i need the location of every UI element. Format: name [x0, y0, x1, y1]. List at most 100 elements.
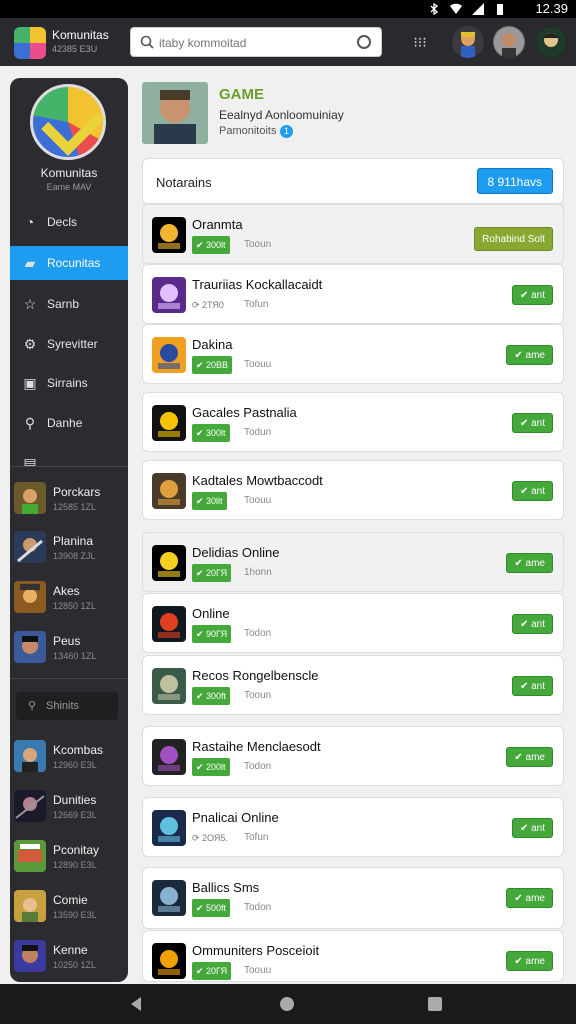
sidebar-item-more[interactable]: ▤	[10, 446, 128, 466]
apps-grid-icon[interactable]: ⁝⁝⁝	[410, 34, 430, 50]
friend-item[interactable]: Porckars 12585 1ZL	[10, 476, 128, 524]
game-stat-badge: ✔ 20ВВ	[192, 356, 233, 374]
sidebar: Komunitas Eame MAV ◔ Decls ▰ Rocunitas ☆…	[10, 78, 128, 982]
game-stat-badge: ⟳ 2ОЯ5.	[192, 833, 228, 843]
profile-tag: GAME	[219, 86, 264, 103]
app-title: Komunitas	[52, 28, 109, 42]
game-time: Todon	[244, 902, 272, 913]
game-name: Online	[192, 606, 230, 621]
game-action-button[interactable]: ✔ ant	[511, 413, 553, 433]
game-stat-badge: ✔ 30llt	[192, 492, 227, 510]
sidebar-item-sarnb[interactable]: ☆ Sarnb	[10, 287, 128, 321]
friend-avatar	[14, 631, 46, 663]
recents-icon[interactable]	[427, 996, 443, 1012]
game-action-button[interactable]: ✔ ame	[506, 345, 553, 365]
game-row[interactable]: Kadtales Mowtbaccodt ✔ 30llt Toouu ✔ ant	[142, 460, 564, 520]
sidebar-item-label: Danhe	[47, 416, 83, 430]
game-icon	[152, 606, 186, 642]
game-icon	[152, 943, 186, 979]
game-stat-badge: ✔ 20ГЯ	[192, 564, 232, 582]
sidebar-item-syrevitter[interactable]: ⚙ Syrevitter	[10, 327, 128, 361]
game-action-button[interactable]: ✔ ame	[506, 747, 553, 767]
search-input[interactable]	[159, 33, 349, 53]
friend-avatar	[14, 740, 46, 772]
game-icon	[152, 277, 186, 313]
back-icon[interactable]	[128, 996, 144, 1012]
game-name: Trauriias Kockallacaidt	[192, 277, 323, 292]
game-row[interactable]: Rastaihe Menclaesodt ✔ 200lt Todon ✔ ame	[142, 726, 564, 786]
sidebar-item-danhe[interactable]: ⚲ Danhe	[10, 406, 128, 440]
game-row[interactable]: Ballics Sms ✔ 500ft Todon ✔ ame	[142, 867, 564, 929]
game-time: 1honn	[244, 567, 272, 578]
friend-item[interactable]: Comie 13590 ЕЗL	[10, 884, 128, 932]
wifi-icon	[450, 3, 462, 14]
profile-header: GAME Eealnyd Aonloomuiniay Pamonitoits 1	[142, 82, 564, 148]
game-row[interactable]: Gacales Pastnalia ✔ 300lt Todun ✔ ant	[142, 392, 564, 452]
friend-item[interactable]: Planina 13908 ZJL	[10, 525, 128, 573]
game-name: Dakina	[192, 337, 233, 352]
friend-item[interactable]: Kenne 10250 1ZL	[10, 934, 128, 982]
friend-name: Porckars	[53, 485, 101, 499]
game-action-button[interactable]: ✔ ant	[511, 481, 553, 501]
game-action-button[interactable]: Rohabind Solt	[474, 227, 553, 251]
game-name: Pnalicai Online	[192, 810, 279, 825]
friend-name: Pconitay	[53, 843, 100, 857]
game-action-button[interactable]: ✔ ant	[511, 285, 553, 305]
friends-search[interactable]: ⚲ Shinits	[16, 692, 118, 720]
game-row[interactable]: Dakina ✔ 20ВВ Toouu ✔ ame	[142, 324, 564, 384]
top-bar: Komunitas 42385 ЕЗU ⁝⁝⁝	[0, 18, 576, 66]
game-action-button[interactable]: ✔ ant	[511, 818, 553, 838]
friend-item[interactable]: Peus 1З460 1ZL	[10, 625, 128, 673]
profile-subtitle: Pamonitoits	[219, 125, 277, 137]
friend-name: Peus	[53, 634, 81, 648]
game-icon	[152, 545, 186, 581]
game-row[interactable]: Trauriias Kockallacaidt ⟳ 2ТЯ0 Tofun ✔ ant	[142, 264, 564, 324]
game-row[interactable]: Ommuniters Posceioit ✔ 20ГЯ Toouu ✔ ame	[142, 930, 564, 982]
document-icon: ▤	[23, 455, 37, 466]
friend-meta: 12850 1ZL	[53, 601, 97, 611]
search-bar[interactable]	[130, 27, 382, 57]
friend-meta: 12890 ЕЗL	[53, 860, 97, 870]
home-icon[interactable]	[279, 996, 295, 1012]
avatar[interactable]	[535, 26, 567, 58]
game-action-button[interactable]: ✔ ame	[506, 951, 553, 971]
game-icon	[152, 217, 186, 253]
panel-action-button[interactable]: 8 911havs	[476, 168, 553, 194]
friend-meta: 12960 ЕЗL	[53, 760, 97, 770]
star-icon: ☆	[23, 296, 37, 312]
game-row[interactable]: Delidias Online ✔ 20ГЯ 1honn ✔ ame	[142, 532, 564, 592]
game-name: Recos Rongelbenscle	[192, 668, 319, 683]
game-row[interactable]: Online ✔ 90ГЯ Todon ✔ ant	[142, 593, 564, 653]
friend-avatar	[14, 890, 46, 922]
game-row[interactable]: Recos Rongelbenscle ✔ 300ft Tooun ✔ ant	[142, 655, 564, 715]
game-name: Gacales Pastnalia	[192, 405, 297, 420]
divider	[10, 466, 128, 467]
game-action-button[interactable]: ✔ ame	[506, 553, 553, 573]
game-time: Tooun	[244, 239, 272, 250]
game-row[interactable]: Pnalicai Online ⟳ 2ОЯ5. Tofun ✔ ant	[142, 797, 564, 857]
game-stat-badge: ✔ 90ГЯ	[192, 625, 232, 643]
friend-item[interactable]: Akes 12850 1ZL	[10, 575, 128, 623]
game-action-button[interactable]: ✔ ant	[511, 676, 553, 696]
friend-avatar	[14, 940, 46, 972]
friend-item[interactable]: Pconitay 12890 ЕЗL	[10, 834, 128, 882]
game-action-button[interactable]: ✔ ant	[511, 614, 553, 634]
friend-meta: 13590 ЕЗL	[53, 910, 97, 920]
game-action-button[interactable]: ✔ ame	[506, 888, 553, 908]
image-icon: ▣	[23, 375, 37, 391]
game-name: Ballics Sms	[192, 880, 260, 895]
sidebar-item-rocunitas[interactable]: ▰ Rocunitas	[10, 246, 128, 280]
app-logo-icon[interactable]	[14, 27, 46, 59]
game-row[interactable]: Oranmta ✔ 300lt Tooun Rohabind Solt	[142, 204, 564, 264]
voice-search-icon[interactable]	[357, 35, 371, 49]
friend-item[interactable]: Kcombas 12960 ЕЗL	[10, 734, 128, 782]
sidebar-item-sirrains[interactable]: ▣ Sirrains	[10, 366, 128, 400]
sidebar-item-decls[interactable]: ◔ Decls	[10, 205, 128, 239]
avatar[interactable]	[493, 26, 525, 58]
avatar[interactable]	[452, 26, 484, 58]
panel-title: Notarains	[156, 175, 212, 190]
game-stat-badge: ✔ 300ft	[192, 687, 231, 705]
profile-avatar[interactable]	[142, 82, 208, 144]
friend-item[interactable]: Dunities 12669 ЕЗL	[10, 784, 128, 832]
sidebar-subtitle: Eame MAV	[46, 182, 92, 192]
